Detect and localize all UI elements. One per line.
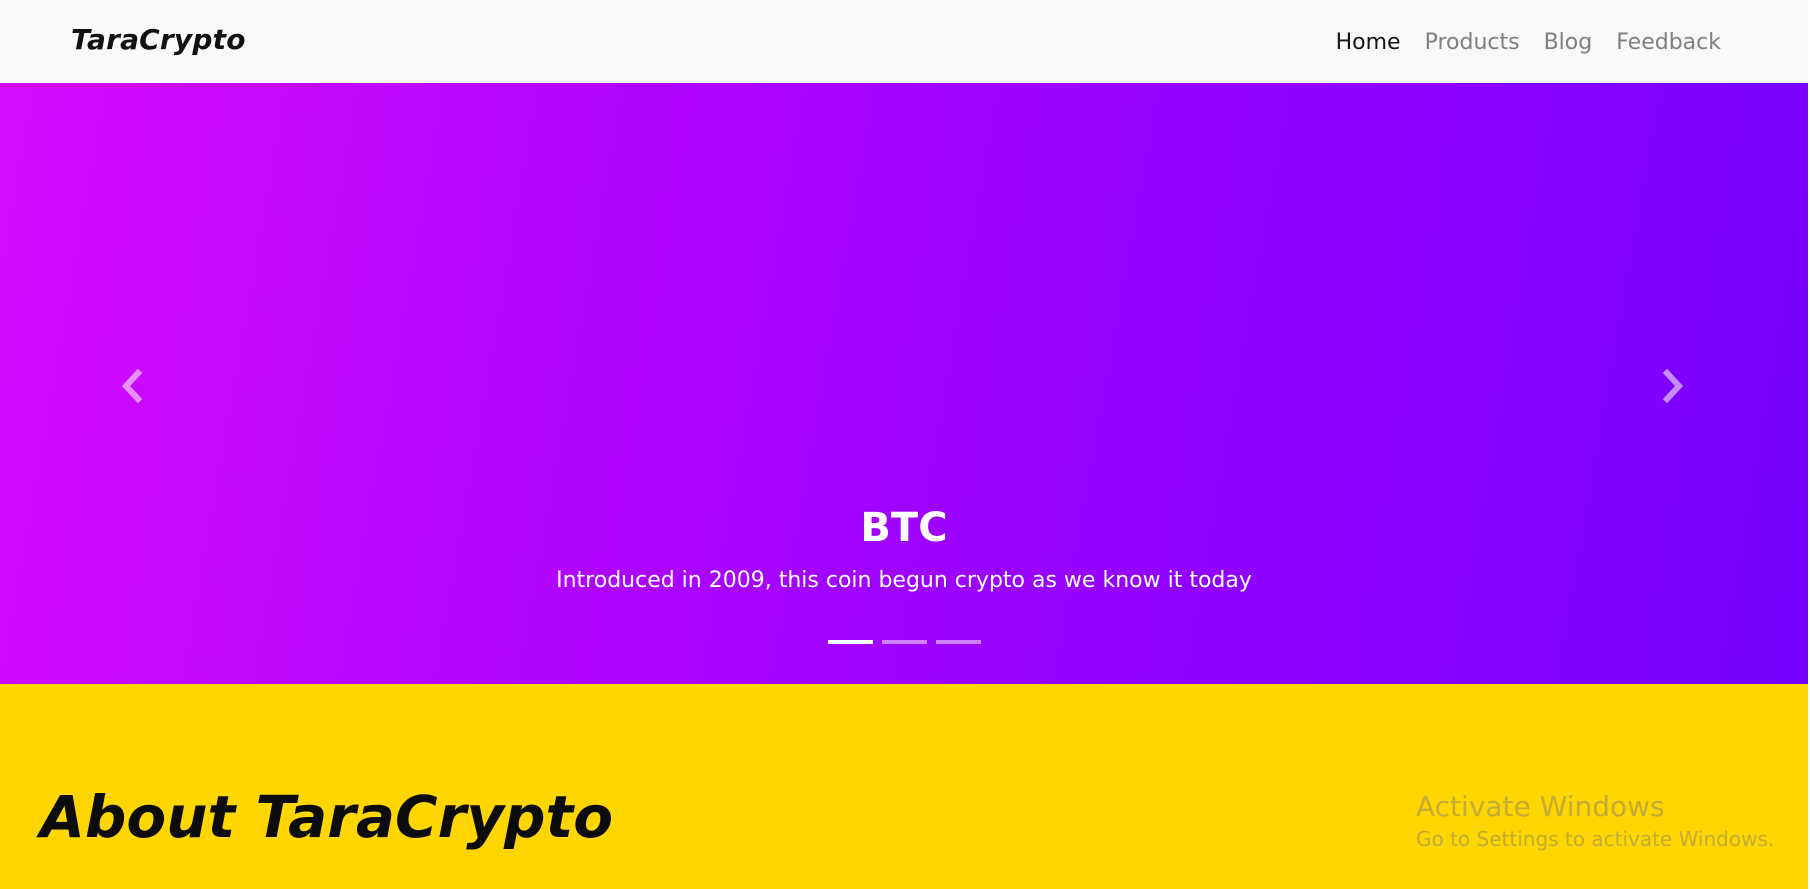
chevron-right-icon xyxy=(1662,369,1684,403)
carousel-indicators xyxy=(0,640,1808,644)
hero-carousel: BTC Introduced in 2009, this coin begun … xyxy=(0,83,1808,684)
carousel-caption-text: Introduced in 2009, this coin begun cryp… xyxy=(556,568,1252,593)
carousel-indicator-1[interactable] xyxy=(827,640,873,644)
brand-logo[interactable]: TaraCrypto xyxy=(71,23,246,56)
about-title: About TaraCrypto xyxy=(40,783,614,851)
nav-link-home[interactable]: Home xyxy=(1336,27,1401,59)
page: TaraCrypto Home Products Blog Feedback B… xyxy=(0,0,1810,889)
watermark-title: Activate Windows xyxy=(1416,790,1665,823)
navbar: TaraCrypto Home Products Blog Feedback xyxy=(0,0,1808,83)
carousel-indicator-2[interactable] xyxy=(881,640,927,644)
nav-link-products[interactable]: Products xyxy=(1425,27,1520,59)
watermark-subtitle: Go to Settings to activate Windows. xyxy=(1416,827,1775,851)
nav-links: Home Products Blog Feedback xyxy=(1336,27,1721,59)
chevron-left-icon xyxy=(121,369,143,403)
carousel-prev-button[interactable] xyxy=(112,364,152,408)
activate-windows-watermark: Activate Windows Go to Settings to activ… xyxy=(1416,789,1774,853)
carousel-indicator-3[interactable] xyxy=(935,640,981,644)
nav-link-feedback[interactable]: Feedback xyxy=(1616,27,1721,59)
carousel-caption-title: BTC xyxy=(860,505,948,551)
carousel-next-button[interactable] xyxy=(1653,364,1693,408)
site-content: TaraCrypto Home Products Blog Feedback B… xyxy=(0,0,1808,889)
nav-link-blog[interactable]: Blog xyxy=(1544,27,1593,59)
about-section: About TaraCrypto xyxy=(0,684,1808,889)
